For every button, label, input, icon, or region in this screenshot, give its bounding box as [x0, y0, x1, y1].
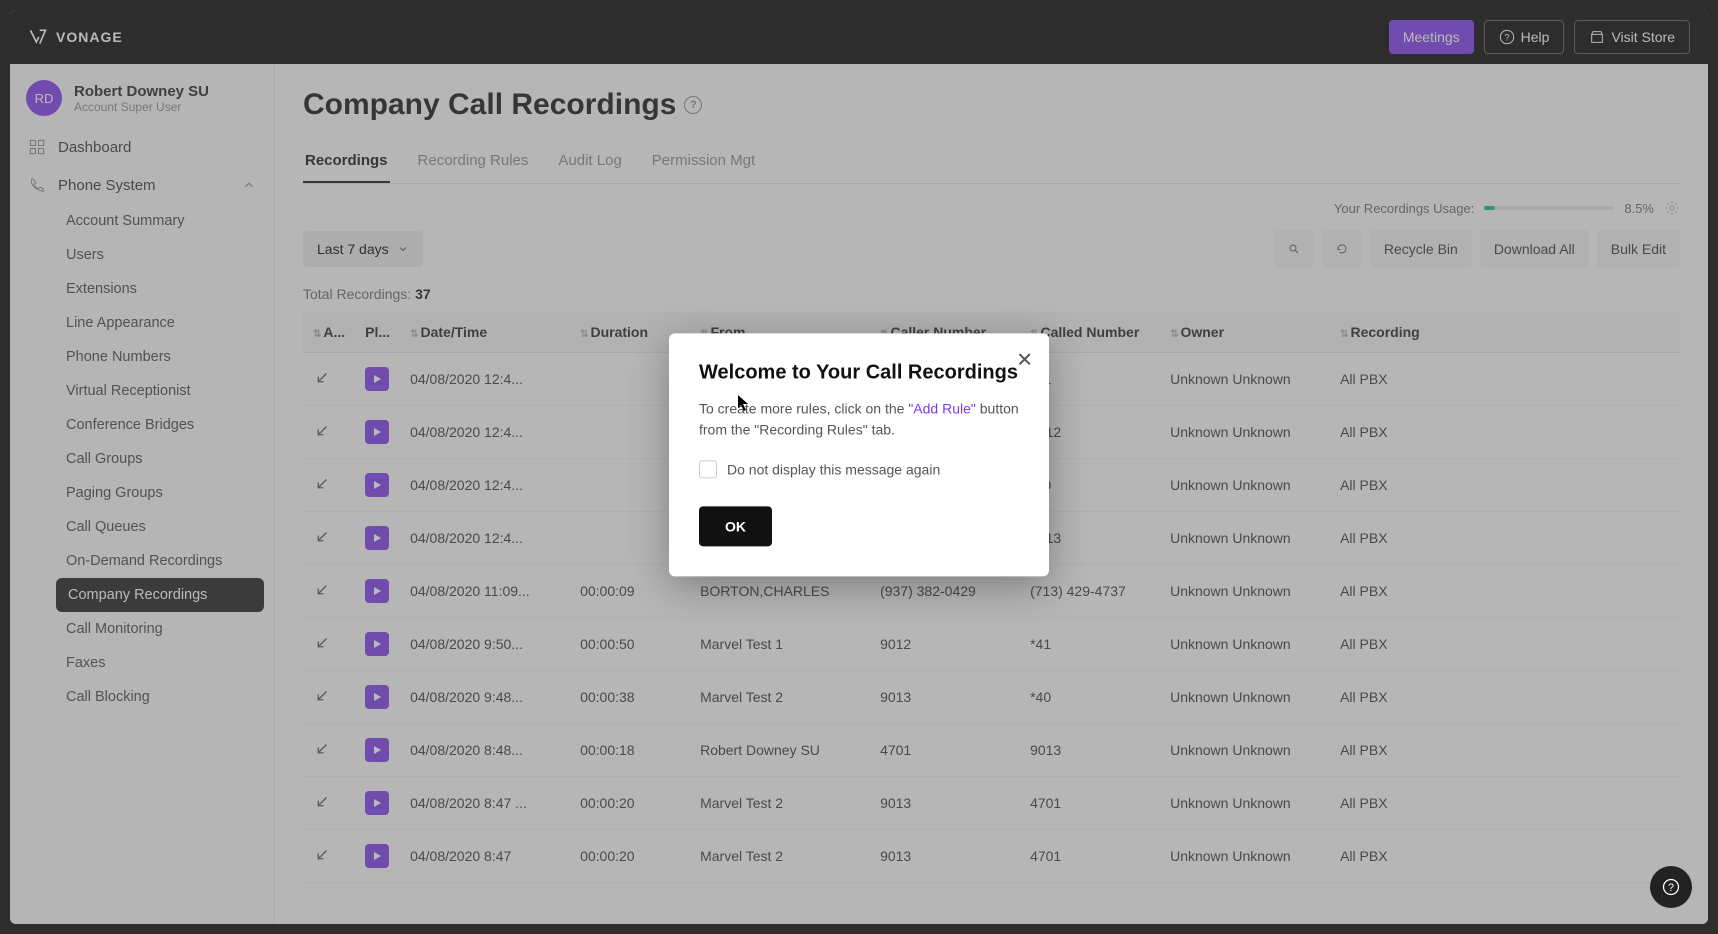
- welcome-modal: ✕ Welcome to Your Call Recordings To cre…: [669, 333, 1049, 576]
- add-rule-link[interactable]: "Add Rule": [908, 400, 976, 416]
- svg-text:?: ?: [1668, 882, 1674, 894]
- help-icon: ?: [1661, 877, 1681, 897]
- modal-body: To create more rules, click on the "Add …: [699, 398, 1019, 440]
- close-button[interactable]: ✕: [1016, 347, 1033, 372]
- modal-title: Welcome to Your Call Recordings: [699, 361, 1019, 384]
- checkbox-label: Do not display this message again: [727, 461, 940, 477]
- ok-button[interactable]: OK: [699, 506, 772, 546]
- help-fab[interactable]: ?: [1650, 866, 1692, 908]
- dont-show-checkbox[interactable]: [699, 460, 717, 478]
